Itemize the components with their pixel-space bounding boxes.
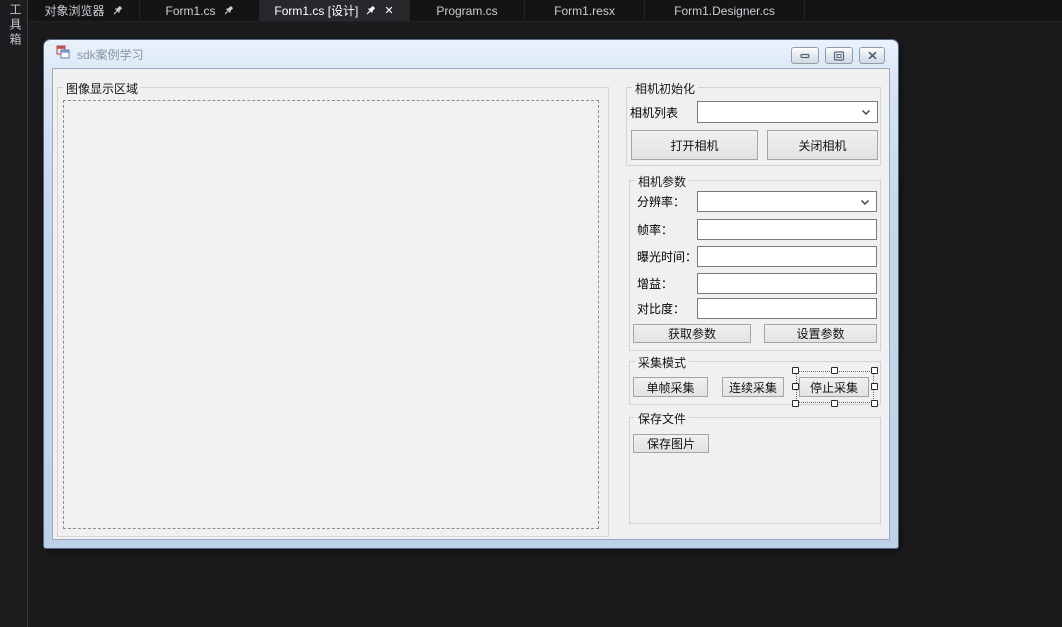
contrast-input[interactable] — [697, 298, 877, 319]
form-icon — [56, 45, 70, 64]
groupbox-caption: 相机初始化 — [632, 80, 699, 97]
tab-form1-cs[interactable]: Form1.cs — [140, 0, 260, 21]
open-camera-button[interactable]: 打开相机 — [631, 130, 758, 160]
form-client-area: 图像显示区域 相机初始化 相机列表 打开相机 关闭相机 相机参数 分辨率： 帧率… — [52, 68, 890, 540]
tab-label: Form1.Designer.cs — [674, 3, 775, 18]
resolution-label: 分辨率： — [637, 195, 686, 209]
form-title-bar[interactable]: sdk案例学习 — [44, 40, 898, 68]
pin-icon[interactable] — [365, 5, 376, 16]
window-controls — [791, 47, 885, 64]
continuous-capture-button[interactable]: 连续采集 — [722, 377, 784, 397]
tab-label: 对象浏览器 — [44, 4, 105, 18]
close-camera-button[interactable]: 关闭相机 — [767, 130, 878, 160]
selection-handle[interactable] — [871, 367, 878, 374]
selection-handle[interactable] — [792, 400, 799, 407]
selection-handle[interactable] — [792, 367, 799, 374]
save-image-button[interactable]: 保存图片 — [633, 434, 709, 453]
chevron-down-icon — [861, 103, 871, 121]
selection-handle[interactable] — [871, 383, 878, 390]
single-capture-button[interactable]: 单帧采集 — [633, 377, 708, 397]
designed-form-window[interactable]: sdk案例学习 图像显示区域 相机初始化 相机列表 打开相机 关闭相机 相机参数… — [44, 40, 898, 548]
close-button[interactable] — [859, 47, 885, 64]
tab-label: Program.cs — [436, 3, 498, 18]
maximize-button[interactable] — [825, 47, 853, 64]
exposure-label: 曝光时间： — [637, 250, 698, 264]
close-tab-icon[interactable]: ✕ — [383, 4, 394, 17]
gain-label: 增益： — [637, 277, 674, 291]
toolbox-vertical-tab[interactable]: 工具箱 — [7, 3, 24, 48]
groupbox-caption: 相机参数 — [635, 173, 690, 190]
exposure-input[interactable] — [697, 246, 877, 267]
designer-surface: sdk案例学习 图像显示区域 相机初始化 相机列表 打开相机 关闭相机 相机参数… — [29, 22, 1062, 627]
minimize-button[interactable] — [791, 47, 819, 64]
image-display-picturebox[interactable] — [63, 100, 599, 529]
left-tool-strip: 工具箱 — [0, 0, 28, 627]
stop-capture-button[interactable]: 停止采集 — [799, 377, 869, 397]
gain-input[interactable] — [697, 273, 877, 294]
selection-handle[interactable] — [792, 383, 799, 390]
camera-list-label: 相机列表 — [630, 105, 679, 120]
tab-label: Form1.cs [设计] — [274, 4, 359, 18]
contrast-label: 对比度： — [637, 302, 686, 316]
tab-program-cs[interactable]: Program.cs — [410, 0, 525, 21]
tab-form1-design[interactable]: Form1.cs [设计] ✕ — [260, 0, 410, 21]
pin-icon[interactable] — [223, 5, 234, 16]
form-title: sdk案例学习 — [77, 47, 144, 62]
framerate-input[interactable] — [697, 219, 877, 240]
selection-handle[interactable] — [871, 400, 878, 407]
groupbox-caption: 采集模式 — [635, 354, 690, 371]
camera-list-combobox[interactable] — [697, 101, 878, 123]
chevron-down-icon — [860, 193, 870, 211]
groupbox-caption: 图像显示区域 — [63, 80, 142, 97]
get-params-button[interactable]: 获取参数 — [633, 324, 751, 343]
designer-selection-adorner[interactable]: 停止采集 — [792, 367, 878, 407]
tab-label: Form1.cs — [165, 3, 216, 18]
document-tab-bar: 对象浏览器 Form1.cs Form1.cs [设计] ✕ Program.c… — [28, 0, 1062, 22]
selection-handle[interactable] — [831, 400, 838, 407]
tab-object-browser[interactable]: 对象浏览器 — [28, 0, 140, 21]
groupbox-caption: 保存文件 — [635, 410, 690, 427]
tab-form1-designer-cs[interactable]: Form1.Designer.cs — [645, 0, 805, 21]
tab-label: Form1.resx — [554, 3, 615, 18]
resolution-combobox[interactable] — [697, 191, 877, 212]
set-params-button[interactable]: 设置参数 — [764, 324, 877, 343]
pin-icon[interactable] — [112, 5, 123, 16]
tab-form1-resx[interactable]: Form1.resx — [525, 0, 645, 21]
framerate-label: 帧率： — [637, 223, 674, 237]
selection-handle[interactable] — [831, 367, 838, 374]
